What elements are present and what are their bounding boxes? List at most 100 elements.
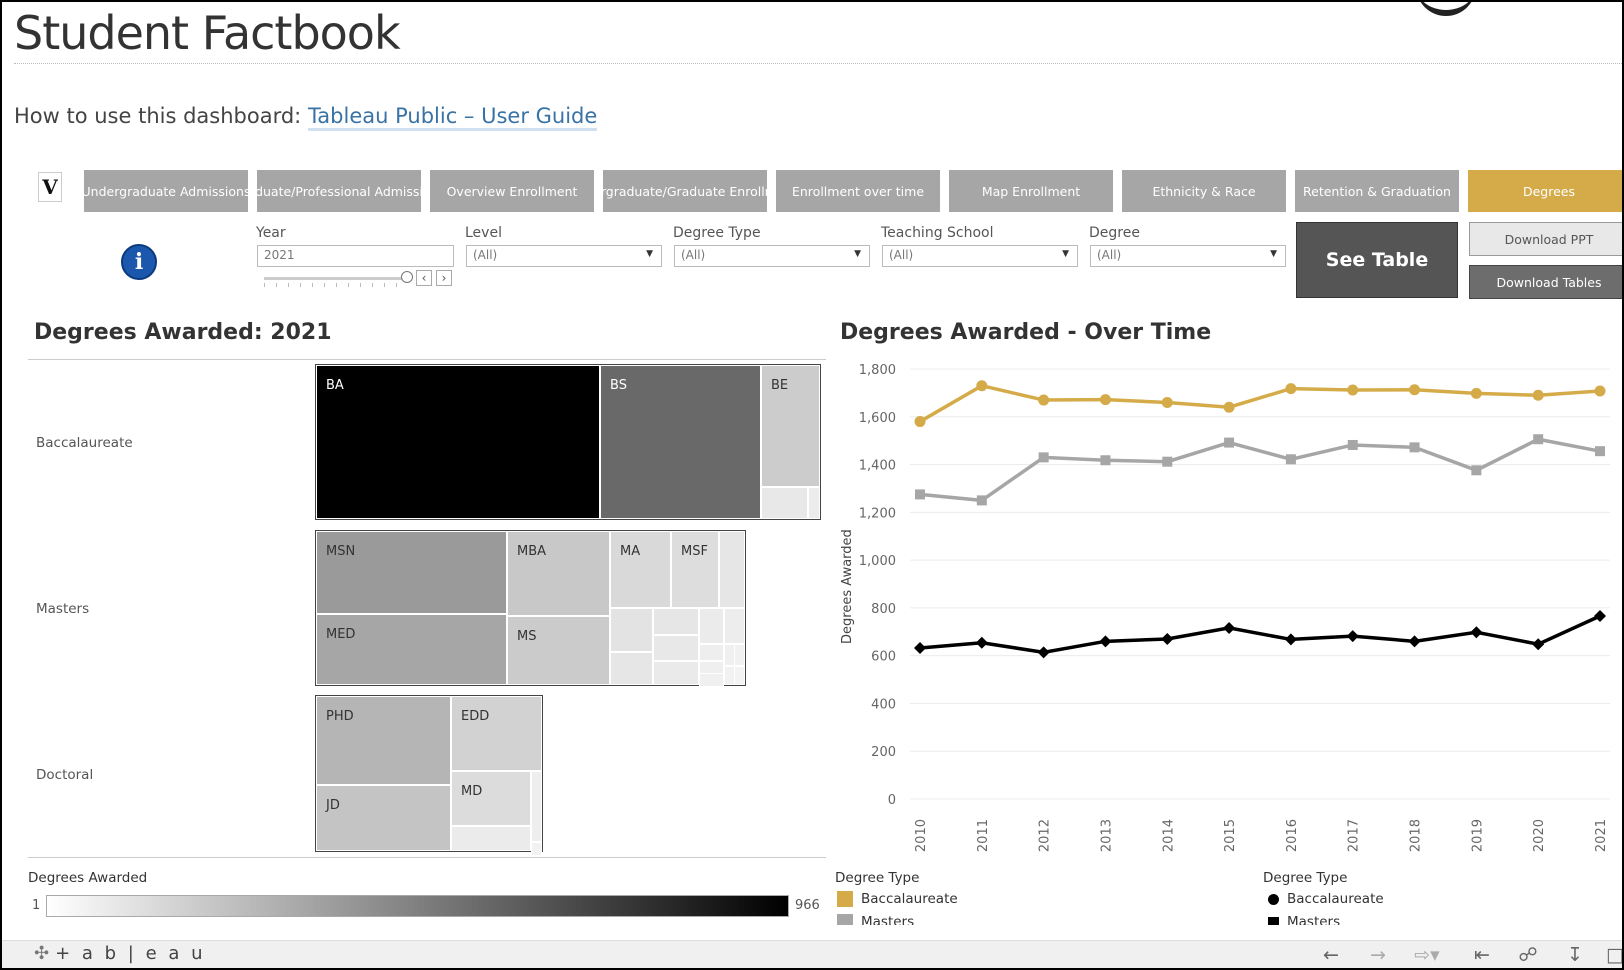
treemap-cell-small[interactable]: [653, 608, 699, 635]
degree-dropdown[interactable]: (All) ▼: [1090, 245, 1286, 267]
data-point-baccalaureate[interactable]: [1470, 387, 1482, 399]
data-point-masters[interactable]: [1409, 442, 1420, 453]
treemap-cell-small[interactable]: [610, 608, 653, 652]
color-legend-item[interactable]: Masters: [837, 914, 914, 925]
data-point-doctoral[interactable]: [914, 642, 926, 655]
undo-icon[interactable]: ←: [1318, 944, 1344, 966]
data-point-doctoral[interactable]: [1099, 635, 1112, 648]
data-point-baccalaureate[interactable]: [1099, 394, 1111, 406]
revert-start-icon[interactable]: ⇤: [1469, 944, 1495, 966]
treemap-cell-small[interactable]: [699, 644, 724, 661]
data-point-masters[interactable]: [1347, 439, 1358, 450]
treemap-cell-edd[interactable]: EDD: [451, 696, 542, 771]
treemap-cell-jd[interactable]: JD: [316, 785, 451, 851]
data-point-baccalaureate[interactable]: [1532, 389, 1544, 401]
data-point-baccalaureate[interactable]: [1161, 396, 1173, 408]
data-point-doctoral[interactable]: [1594, 610, 1606, 623]
data-point-baccalaureate[interactable]: [1594, 385, 1606, 397]
treemap-cell-small[interactable]: [734, 644, 745, 666]
treemap-cell-bs[interactable]: BS: [600, 365, 761, 519]
shape-legend-item[interactable]: Baccalaureate: [1268, 891, 1384, 907]
treemap-cell-small[interactable]: [531, 771, 542, 842]
revert-icon[interactable]: ⇨▾: [1407, 944, 1447, 966]
data-point-masters[interactable]: [976, 495, 987, 506]
redo-icon[interactable]: →: [1365, 944, 1391, 966]
year-prev-button[interactable]: ‹: [416, 270, 432, 286]
data-point-masters[interactable]: [1038, 452, 1049, 463]
treemap-cell-msn[interactable]: MSN: [316, 531, 507, 614]
teaching-school-dropdown[interactable]: (All) ▼: [882, 245, 1078, 267]
data-point-baccalaureate[interactable]: [976, 380, 988, 392]
treemap-cell-small[interactable]: [653, 635, 699, 661]
tab-overview-enrollment[interactable]: Overview Enrollment: [430, 170, 594, 212]
year-input[interactable]: 2021: [257, 245, 454, 267]
data-point-doctoral[interactable]: [1161, 632, 1174, 645]
tab-ethnicity-race[interactable]: Ethnicity & Race: [1122, 170, 1286, 212]
data-point-baccalaureate[interactable]: [1285, 383, 1297, 395]
data-point-doctoral[interactable]: [1223, 621, 1236, 634]
data-point-baccalaureate[interactable]: [1038, 394, 1050, 406]
treemap-cell-small[interactable]: [724, 608, 745, 644]
data-point-doctoral[interactable]: [1037, 646, 1050, 659]
shape-legend-item[interactable]: Masters: [1268, 914, 1340, 925]
data-point-baccalaureate[interactable]: [1409, 384, 1421, 396]
treemap-cell-small[interactable]: [699, 673, 724, 687]
treemap-cell-small[interactable]: [531, 842, 542, 856]
download-ppt-button[interactable]: Download PPT: [1469, 222, 1622, 256]
data-point-doctoral[interactable]: [1408, 635, 1421, 648]
data-point-baccalaureate[interactable]: [1223, 401, 1235, 413]
tab-degrees[interactable]: Degrees: [1468, 170, 1622, 212]
treemap-cell-be[interactable]: BE: [761, 365, 820, 487]
treemap-cell-small[interactable]: [699, 608, 724, 644]
data-point-masters[interactable]: [1471, 465, 1482, 476]
treemap-cell-ms[interactable]: MS: [507, 616, 610, 685]
tableau-logo[interactable]: ✣ + a b | e a u: [34, 943, 206, 964]
data-point-masters[interactable]: [1285, 454, 1296, 465]
tab-graduate-professional-admissions[interactable]: duate/Professional Admissi: [257, 170, 421, 212]
data-point-doctoral[interactable]: [1346, 630, 1359, 643]
tab-enrollment-over-time[interactable]: Enrollment over time: [776, 170, 940, 212]
download-tables-button[interactable]: Download Tables: [1469, 265, 1622, 299]
treemap-cell-small[interactable]: [653, 661, 699, 685]
treemap-cell-ba[interactable]: BA: [316, 365, 600, 519]
data-point-masters[interactable]: [1100, 455, 1111, 466]
user-guide-link[interactable]: Tableau Public – User Guide: [307, 104, 598, 131]
data-point-masters[interactable]: [915, 489, 925, 500]
data-point-masters[interactable]: [1533, 434, 1544, 445]
treemap-cell-small[interactable]: [761, 487, 808, 519]
year-next-button[interactable]: ›: [436, 270, 452, 286]
tab-map-enrollment[interactable]: Map Enrollment: [949, 170, 1113, 212]
data-point-masters[interactable]: [1224, 437, 1235, 448]
data-point-doctoral[interactable]: [975, 636, 988, 649]
treemap-cell-ma[interactable]: MA: [610, 531, 671, 608]
data-point-masters[interactable]: [1162, 456, 1173, 467]
level-dropdown[interactable]: (All) ▼: [466, 245, 662, 267]
data-point-doctoral[interactable]: [1284, 633, 1297, 646]
fullscreen-icon[interactable]: □: [1602, 944, 1622, 966]
degree-type-dropdown[interactable]: (All) ▼: [674, 245, 870, 267]
treemap-cell-small[interactable]: [808, 487, 820, 519]
treemap-cell-small[interactable]: [610, 652, 653, 685]
data-point-masters[interactable]: [1595, 446, 1605, 457]
treemap-cell-small[interactable]: [451, 826, 531, 851]
year-slider-handle[interactable]: [401, 271, 413, 283]
treemap-cell-msf[interactable]: MSF: [671, 531, 719, 608]
color-legend-item[interactable]: Baccalaureate: [837, 891, 958, 907]
download-icon[interactable]: ↧: [1562, 944, 1588, 966]
tab-undergraduate-admissions[interactable]: Undergraduate Admissions: [84, 170, 248, 212]
treemap-cell-small[interactable]: [734, 666, 745, 685]
info-icon[interactable]: i: [121, 244, 157, 280]
share-icon[interactable]: ☍: [1515, 944, 1541, 966]
data-point-doctoral[interactable]: [1532, 638, 1545, 651]
treemap-cell-small[interactable]: [719, 531, 745, 608]
treemap-cell-md[interactable]: MD: [451, 771, 531, 826]
data-point-doctoral[interactable]: [1470, 626, 1483, 639]
tab-undergraduate-graduate-enrollment[interactable]: ergraduate/Graduate Enrollm: [603, 170, 767, 212]
tab-retention-graduation[interactable]: Retention & Graduation: [1295, 170, 1459, 212]
see-table-button[interactable]: See Table: [1296, 222, 1458, 298]
treemap-cell-mba[interactable]: MBA: [507, 531, 610, 616]
treemap-cell-med[interactable]: MED: [316, 614, 507, 685]
data-point-baccalaureate[interactable]: [914, 416, 926, 428]
treemap-cell-phd[interactable]: PHD: [316, 696, 451, 785]
year-slider-track[interactable]: [264, 277, 408, 280]
